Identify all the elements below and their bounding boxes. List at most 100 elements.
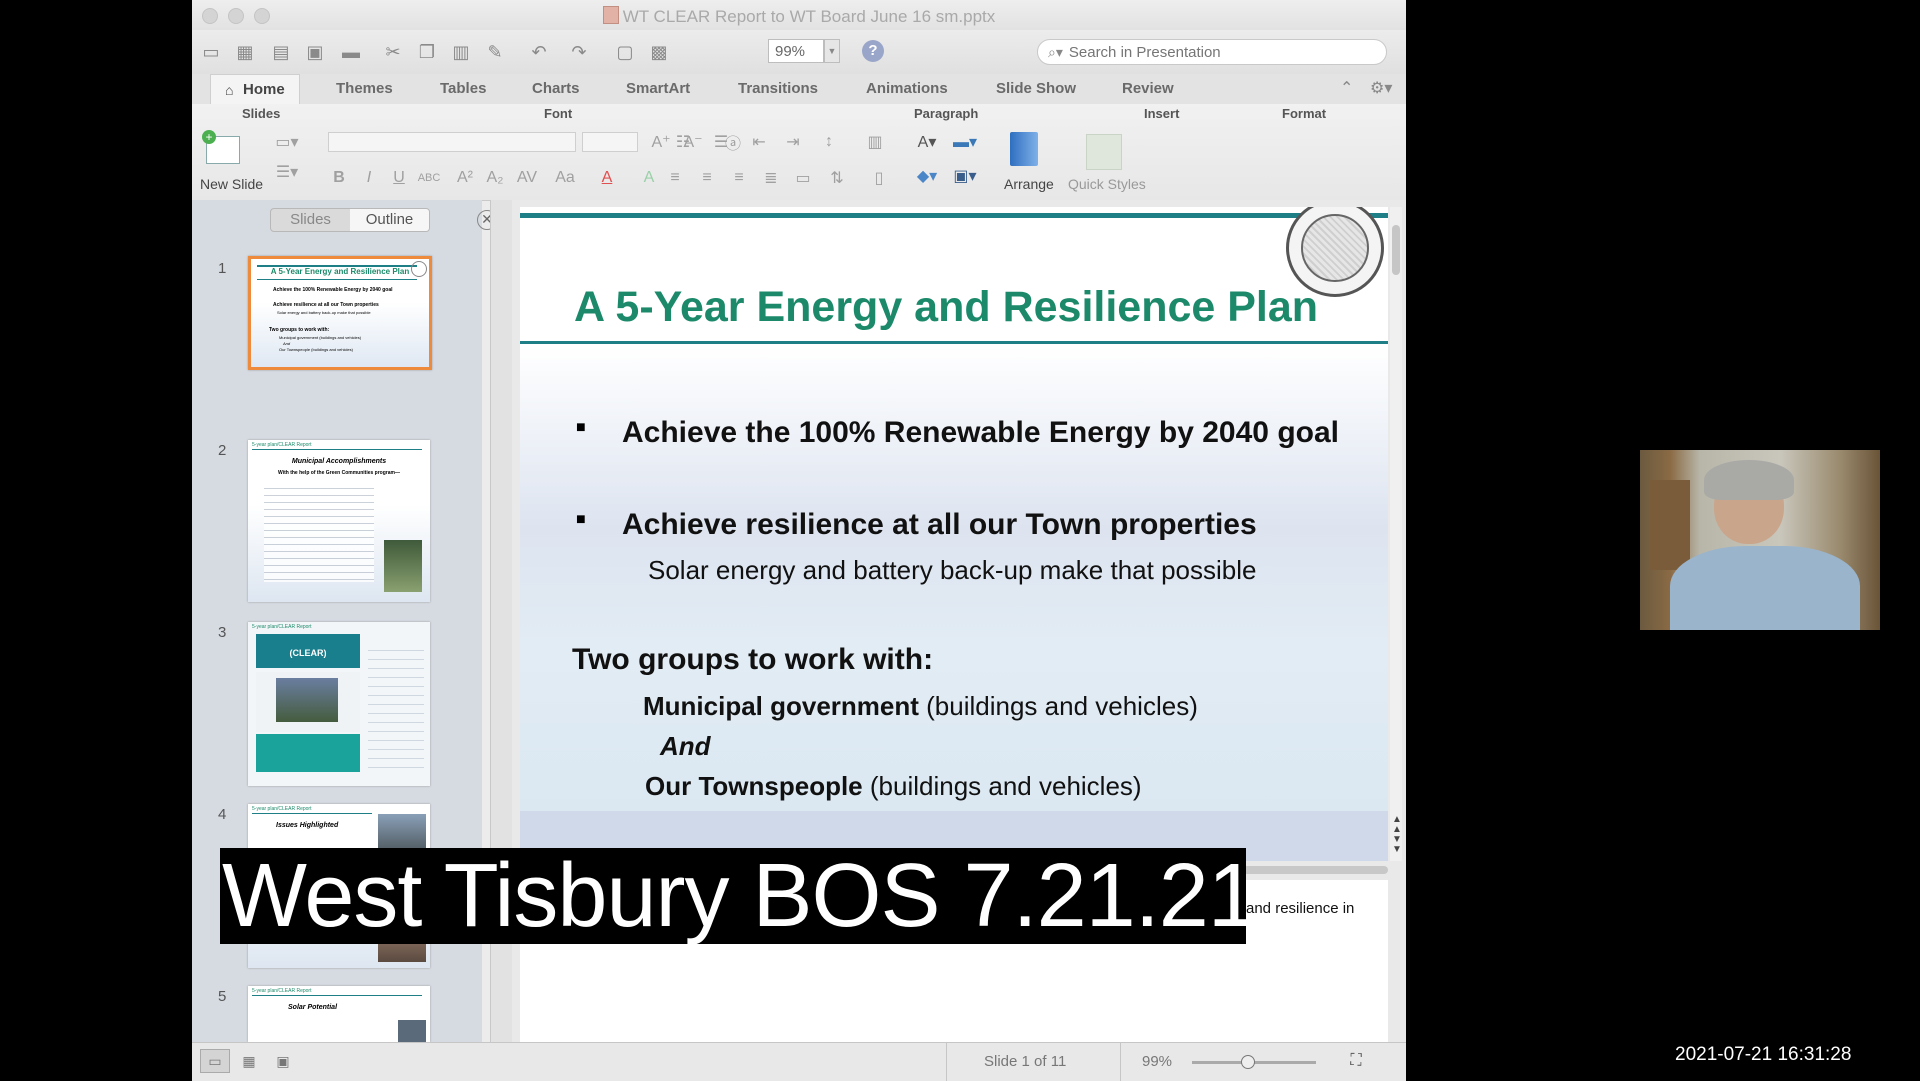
change-case-icon[interactable]: Aa — [554, 168, 576, 188]
cut-icon[interactable]: ✂ — [380, 39, 406, 65]
new-document-icon[interactable]: ▭ — [198, 39, 224, 65]
new-slide-button[interactable]: + — [202, 130, 242, 170]
slide-thumbnail-3[interactable]: 5-year plan/CLEAR Report (CLEAR) — [248, 622, 430, 786]
thumb-header: 5-year plan/CLEAR Report — [252, 806, 312, 812]
media-icon[interactable]: ▣▾ — [953, 166, 976, 186]
tab-smartart[interactable]: SmartArt — [626, 74, 690, 104]
font-size-dropdown[interactable] — [582, 132, 638, 152]
tab-home[interactable]: ⌂ Home — [210, 74, 300, 105]
tab-charts[interactable]: Charts — [532, 74, 580, 104]
slide-thumbnail-1[interactable]: A 5-Year Energy and Resilience Plan Achi… — [248, 256, 432, 370]
redo-icon[interactable]: ↷ — [566, 39, 592, 65]
slide-number-1: 1 — [218, 260, 227, 277]
tab-outline[interactable]: Outline — [350, 209, 429, 231]
bullets-icon[interactable]: ☷ — [672, 132, 694, 152]
home-icon: ⌂ — [225, 82, 234, 98]
slide-sorter-icon[interactable]: ▦ — [234, 1049, 264, 1073]
picture-icon[interactable]: ▬▾ — [953, 132, 977, 152]
section-icon[interactable]: ☰▾ — [276, 162, 298, 182]
normal-view-icon[interactable]: ▭ — [200, 1049, 230, 1073]
strikethrough-icon[interactable]: ABC — [418, 168, 441, 188]
zoom-slider[interactable] — [1192, 1055, 1316, 1069]
copy-icon[interactable]: ❐ — [414, 39, 440, 65]
search-input[interactable] — [1066, 42, 1371, 62]
zoom-slider-knob[interactable] — [1240, 1055, 1255, 1069]
video-timestamp: 2021-07-21 16:31:28 — [1675, 1044, 1852, 1065]
video-caption: West Tisbury BOS 7.21.21 — [220, 846, 1258, 946]
character-spacing-icon[interactable]: AV — [516, 168, 538, 188]
distributed-icon[interactable]: ▭ — [792, 168, 814, 188]
bullet-2: Achieve resilience at all our Town prope… — [622, 508, 1257, 541]
templates-icon[interactable]: ▦ — [232, 39, 258, 65]
town-seal-icon — [411, 261, 427, 277]
slide-thumbnail-2[interactable]: 5-year plan/CLEAR Report Municipal Accom… — [248, 440, 430, 602]
person-shirt — [1670, 546, 1860, 630]
subscript-icon[interactable]: A₂ — [484, 168, 506, 188]
text-effects-icon[interactable]: A — [638, 168, 660, 188]
slide-number-5: 5 — [218, 988, 227, 1005]
align-center-icon[interactable]: ≡ — [696, 168, 718, 188]
decrease-indent-icon[interactable]: ⇤ — [748, 132, 770, 152]
current-slide[interactable]: A 5-Year Energy and Resilience Plan ■ Ac… — [520, 207, 1388, 861]
thumb-line: And — [283, 341, 291, 346]
help-icon[interactable]: ? — [862, 40, 884, 62]
paste-icon[interactable]: ▥ — [448, 39, 474, 65]
save-icon[interactable]: ▣ — [302, 39, 328, 65]
font-color-icon[interactable]: A — [596, 168, 618, 188]
slide-scrollbar[interactable] — [1390, 207, 1402, 861]
group-municipal: Municipal government (buildings and vehi… — [643, 691, 1198, 721]
format-painter-icon[interactable]: ✎ — [482, 39, 508, 65]
fit-to-window-icon[interactable]: ⛶ — [1342, 1049, 1370, 1073]
slide-thumbnail-5[interactable]: 5-year plan/CLEAR Report Solar Potential — [248, 986, 430, 1042]
justify-icon[interactable]: ≣ — [760, 168, 782, 188]
line-spacing-icon[interactable]: ↕ — [818, 132, 840, 152]
align-right-icon[interactable]: ≡ — [728, 168, 750, 188]
media-browser-icon[interactable]: ▩ — [646, 39, 672, 65]
quick-styles-button[interactable] — [1086, 134, 1122, 170]
bold-icon[interactable]: B — [328, 168, 350, 188]
horizontal-scrollbar[interactable] — [1238, 866, 1388, 874]
increase-indent-icon[interactable]: ⇥ — [782, 132, 804, 152]
zoom-dropdown-icon[interactable]: ▼ — [824, 39, 840, 63]
search-icon: ⌕▾ — [1048, 43, 1063, 60]
zoom-field[interactable]: 99% — [768, 39, 824, 63]
slide-show-icon[interactable]: ▣ — [268, 1049, 298, 1073]
gear-icon[interactable]: ⚙▾ — [1370, 78, 1392, 98]
collapse-ribbon-icon[interactable]: ⌃ — [1340, 78, 1353, 98]
text-direction-icon[interactable]: ⇅ — [826, 168, 848, 188]
bullet-square-icon: ■ — [576, 419, 586, 436]
group-label-font: Font — [544, 106, 573, 121]
arrange-button[interactable] — [1004, 130, 1044, 170]
font-name-dropdown[interactable] — [328, 132, 576, 152]
bullet-1: Achieve the 100% Renewable Energy by 204… — [622, 416, 1339, 449]
superscript-icon[interactable]: A² — [454, 168, 476, 188]
thumb-title: (CLEAR) — [289, 648, 327, 658]
scroll-thumb[interactable] — [1392, 225, 1400, 275]
search-field[interactable]: ⌕▾ — [1037, 39, 1387, 65]
prev-next-slide-icon[interactable]: ▲ ▲ ▼ ▼ — [1390, 815, 1404, 859]
undo-icon[interactable]: ↶ — [526, 39, 552, 65]
tab-themes[interactable]: Themes — [336, 74, 393, 104]
tab-slide-show[interactable]: Slide Show — [996, 74, 1076, 104]
open-icon[interactable]: ▤ — [268, 39, 294, 65]
increase-font-icon[interactable]: A⁺ — [650, 132, 672, 152]
columns-icon[interactable]: ▥ — [864, 132, 886, 152]
text-box-icon[interactable]: A▾ — [916, 132, 938, 152]
tab-tables[interactable]: Tables — [440, 74, 486, 104]
building-photo — [384, 540, 422, 592]
gallery-icon[interactable]: ▢ — [612, 39, 638, 65]
align-text-icon[interactable]: ▯ — [868, 168, 890, 188]
tab-transitions[interactable]: Transitions — [738, 74, 818, 104]
layout-icon[interactable]: ▭▾ — [275, 132, 298, 152]
align-left-icon[interactable]: ≡ — [664, 168, 686, 188]
tab-review[interactable]: Review — [1122, 74, 1174, 104]
italic-icon[interactable]: I — [358, 168, 380, 188]
shape-icon[interactable]: ◆▾ — [916, 166, 938, 186]
standard-toolbar: ▭ ▦ ▤ ▣ ▬ ✂ ❐ ▥ ✎ ↶ ↷ ▢ ▩ 99% ▼ ? ⌕▾ — [192, 30, 1406, 75]
tab-animations[interactable]: Animations — [866, 74, 948, 104]
underline-icon[interactable]: U — [388, 168, 410, 188]
print-icon[interactable]: ▬ — [338, 39, 364, 65]
tab-slides[interactable]: Slides — [271, 209, 350, 231]
groups-heading: Two groups to work with: — [572, 643, 934, 676]
numbering-icon[interactable]: ☰ — [710, 132, 732, 152]
